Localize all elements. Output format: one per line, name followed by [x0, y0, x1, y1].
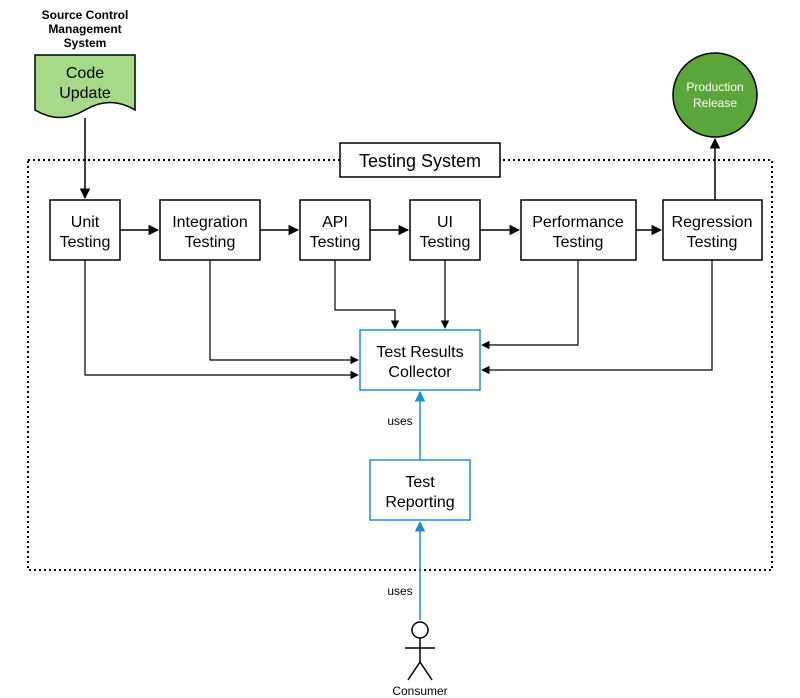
- svg-text:Unit: Unit: [71, 214, 100, 231]
- svg-text:Testing: Testing: [553, 234, 604, 251]
- arrow-api-to-collector: [335, 260, 395, 328]
- svg-text:Testing: Testing: [310, 234, 361, 251]
- svg-text:UI: UI: [437, 214, 453, 231]
- svg-text:Integration: Integration: [172, 214, 248, 231]
- svg-text:Release: Release: [693, 96, 737, 110]
- performance-testing-node: Performance Testing: [521, 200, 636, 260]
- ui-testing-node: UI Testing: [410, 200, 480, 260]
- uses-label-2: uses: [387, 584, 412, 598]
- unit-testing-node: Unit Testing: [50, 200, 120, 260]
- uses-label-1: uses: [387, 414, 412, 428]
- test-reporting-node: Test Reporting: [370, 460, 470, 520]
- arrow-regression-to-collector: [482, 260, 712, 370]
- svg-text:Collector: Collector: [388, 364, 452, 381]
- test-results-collector-node: Test Results Collector: [360, 330, 480, 390]
- testing-system-title: Testing System: [340, 143, 500, 177]
- svg-text:API: API: [322, 214, 348, 231]
- svg-text:Reporting: Reporting: [385, 494, 454, 511]
- code-update-node: Code Update: [35, 55, 135, 118]
- code-update-l1: Code: [66, 65, 104, 82]
- svg-text:Test: Test: [405, 474, 435, 491]
- scm-l1: Source Control: [42, 8, 129, 22]
- svg-text:Performance: Performance: [532, 214, 624, 231]
- title-text: Testing System: [359, 151, 481, 171]
- svg-text:Testing: Testing: [687, 234, 738, 251]
- regression-testing-node: Regression Testing: [663, 200, 762, 260]
- svg-text:Production: Production: [686, 80, 743, 94]
- code-update-l2: Update: [59, 85, 111, 102]
- svg-text:Regression: Regression: [672, 214, 753, 231]
- svg-text:Testing: Testing: [60, 234, 111, 251]
- svg-text:Testing: Testing: [420, 234, 471, 251]
- api-testing-node: API Testing: [300, 200, 370, 260]
- consumer-label: Consumer: [392, 684, 447, 698]
- arrow-unit-to-collector: [85, 260, 358, 375]
- scm-l2: Management: [48, 22, 121, 36]
- scm-heading: Source Control Management System: [42, 8, 129, 50]
- integration-testing-node: Integration Testing: [160, 200, 260, 260]
- consumer-actor: [405, 622, 435, 680]
- production-release-node: Production Release: [673, 53, 757, 137]
- svg-text:Test Results: Test Results: [376, 344, 463, 361]
- arrow-perf-to-collector: [482, 260, 578, 345]
- svg-text:Testing: Testing: [185, 234, 236, 251]
- scm-l3: System: [64, 36, 107, 50]
